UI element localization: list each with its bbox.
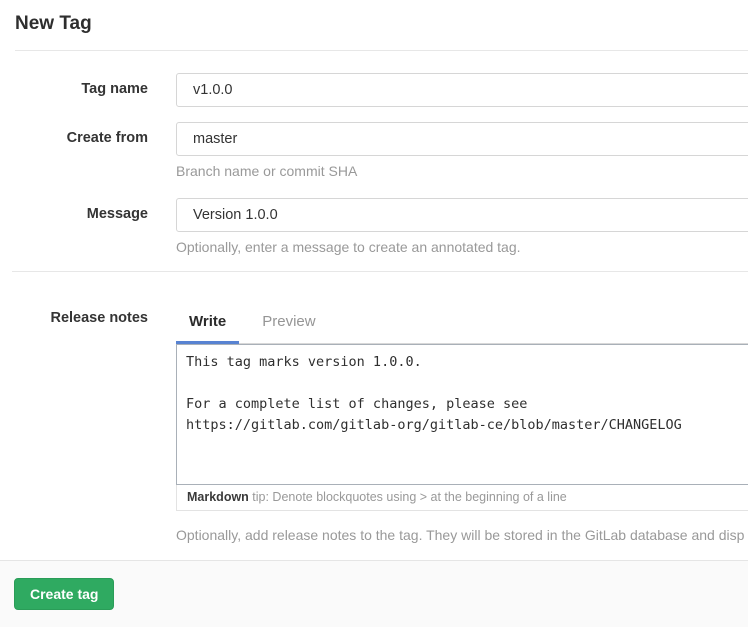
create-from-controls: Branch name or commit SHA (176, 122, 748, 179)
write-preview-tabs: Write Preview (176, 302, 748, 344)
header-divider (15, 50, 748, 51)
create-from-input[interactable] (176, 122, 748, 156)
create-from-help: Branch name or commit SHA (176, 163, 748, 179)
create-from-label: Create from (0, 122, 148, 146)
spacer (0, 543, 748, 560)
tab-write[interactable]: Write (176, 302, 239, 344)
release-notes-row: Release notes Write Preview This tag mar… (0, 302, 748, 543)
tag-name-controls (176, 73, 748, 107)
create-tag-button[interactable]: Create tag (14, 578, 114, 610)
page-header: New Tag (15, 13, 748, 35)
create-from-row: Create from Branch name or commit SHA (0, 122, 748, 179)
tag-name-label: Tag name (0, 73, 148, 97)
new-tag-page: New Tag Tag name Create from Branch name… (0, 13, 748, 627)
form-actions-footer: Create tag (0, 560, 748, 627)
release-notes-label: Release notes (0, 302, 148, 326)
markdown-tip: Markdown tip: Denote blockquotes using >… (176, 485, 748, 511)
markdown-tip-bold: Markdown (187, 490, 249, 504)
tab-preview[interactable]: Preview (249, 302, 328, 344)
message-controls: Optionally, enter a message to create an… (176, 198, 748, 255)
message-label: Message (0, 198, 148, 222)
message-input[interactable] (176, 198, 748, 232)
release-notes-controls: Write Preview This tag marks version 1.0… (176, 302, 748, 543)
message-help: Optionally, enter a message to create an… (176, 239, 748, 255)
section-divider (12, 271, 748, 272)
page-title: New Tag (15, 13, 748, 35)
markdown-tip-text: tip: Denote blockquotes using > at the b… (249, 490, 567, 504)
message-row: Message Optionally, enter a message to c… (0, 198, 748, 255)
tag-name-row: Tag name (0, 73, 748, 107)
release-notes-textarea[interactable]: This tag marks version 1.0.0. For a comp… (176, 344, 748, 485)
release-notes-help: Optionally, add release notes to the tag… (176, 527, 748, 543)
tag-name-input[interactable] (176, 73, 748, 107)
